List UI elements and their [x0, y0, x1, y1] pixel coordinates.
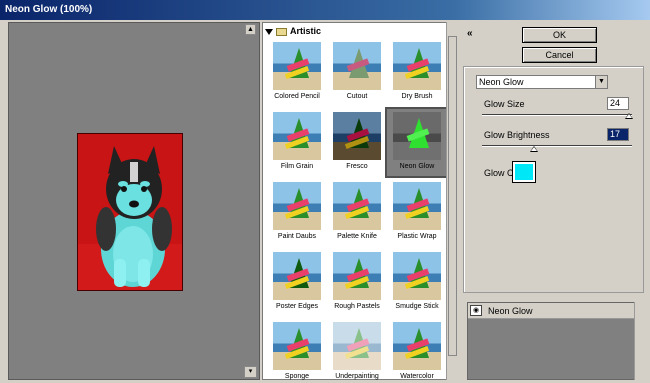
glow-brightness-field[interactable]: 17 — [607, 128, 629, 141]
filter-thumbnail — [273, 112, 321, 160]
filter-thumbnail — [333, 252, 381, 300]
filter-label: Film Grain — [280, 163, 314, 170]
filter-tile-smudge-stick[interactable]: Smudge Stick — [387, 249, 447, 316]
filter-grid: Colored Pencil Cutout Dry Brush Film Gra… — [267, 39, 449, 383]
layer-row[interactable]: ◉ Neon Glow — [468, 303, 634, 319]
filter-label: Cutout — [346, 93, 368, 100]
effect-layers-panel: ◉ Neon Glow — [467, 302, 645, 380]
glow-size-slider-handle[interactable] — [625, 113, 633, 119]
filter-label: Colored Pencil — [274, 93, 320, 100]
category-header[interactable]: Artistic — [265, 25, 321, 38]
filter-gallery[interactable]: Artistic Colored Pencil Cutout Dry Brush… — [262, 22, 458, 380]
gallery-scroll-thumb[interactable] — [448, 36, 457, 356]
expand-triangle-icon[interactable] — [265, 28, 273, 35]
filter-label: Underpainting — [335, 373, 379, 380]
filter-thumbnail — [333, 42, 381, 90]
double-chevron-up-icon[interactable]: « — [467, 28, 473, 39]
filter-tile-watercolor[interactable]: Watercolor — [387, 319, 447, 383]
filter-tile-plastic-wrap[interactable]: Plastic Wrap — [387, 179, 447, 246]
filter-label: Sponge — [284, 373, 310, 380]
filter-label: Paint Daubs — [277, 233, 317, 240]
filter-tile-palette-knife[interactable]: Palette Knife — [327, 179, 387, 246]
filter-label: Dry Brush — [401, 93, 433, 100]
filter-tile-poster-edges[interactable]: Poster Edges — [267, 249, 327, 316]
ok-button[interactable]: OK — [522, 27, 597, 43]
filter-label: Palette Knife — [337, 233, 377, 240]
preview-image — [77, 133, 183, 291]
filter-tile-film-grain[interactable]: Film Grain — [267, 109, 327, 176]
filter-select-value: Neon Glow — [479, 77, 524, 87]
filter-thumbnail — [393, 322, 441, 370]
preview-scroll-down-button[interactable]: ▾ — [244, 366, 257, 378]
filter-thumbnail — [273, 322, 321, 370]
eye-icon[interactable]: ◉ — [470, 305, 482, 316]
filter-label: Smudge Stick — [395, 303, 439, 310]
cancel-button[interactable]: Cancel — [522, 47, 597, 63]
filter-thumbnail — [393, 252, 441, 300]
layer-name: Neon Glow — [488, 306, 533, 316]
filter-tile-colored-pencil[interactable]: Colored Pencil — [267, 39, 327, 106]
filter-tile-paint-daubs[interactable]: Paint Daubs — [267, 179, 327, 246]
filter-label: Poster Edges — [275, 303, 319, 310]
filter-tile-fresco[interactable]: Fresco — [327, 109, 387, 176]
folder-icon — [276, 27, 287, 36]
filter-label: Watercolor — [400, 373, 434, 380]
glow-size-field[interactable]: 24 — [607, 97, 629, 110]
glow-size-slider-track[interactable] — [482, 114, 632, 116]
filter-thumbnail — [393, 112, 441, 160]
filter-thumbnail — [273, 252, 321, 300]
glow-brightness-label: Glow Brightness — [484, 130, 550, 140]
glow-size-label: Glow Size — [484, 99, 525, 109]
filter-thumbnail — [333, 182, 381, 230]
filter-thumbnail — [273, 182, 321, 230]
filter-tile-neon-glow[interactable]: Neon Glow — [385, 107, 449, 178]
filter-thumbnail — [333, 112, 381, 160]
filter-label: Neon Glow — [399, 163, 435, 170]
gallery-scrollbar[interactable] — [446, 22, 458, 380]
preview-scroll-up-button[interactable]: ▲ — [245, 24, 256, 35]
filter-thumbnail — [273, 42, 321, 90]
layers-scrollbar[interactable] — [634, 302, 645, 380]
husky-puppy-image — [78, 134, 182, 290]
filter-tile-rough-pastels[interactable]: Rough Pastels — [327, 249, 387, 316]
filter-label: Fresco — [346, 163, 368, 170]
filter-tile-sponge[interactable]: Sponge — [267, 319, 327, 383]
filter-label: Plastic Wrap — [397, 233, 437, 240]
preview-pane[interactable] — [8, 22, 260, 380]
category-label: Artistic — [290, 26, 322, 36]
filter-tile-cutout[interactable]: Cutout — [327, 39, 387, 106]
chevron-down-icon[interactable]: ▼ — [595, 76, 607, 88]
filter-thumbnail — [333, 322, 381, 370]
window-title: Neon Glow (100%) — [0, 0, 650, 20]
filter-thumbnail — [393, 182, 441, 230]
filter-tile-dry-brush[interactable]: Dry Brush — [387, 39, 447, 106]
glow-brightness-slider-track[interactable] — [482, 145, 632, 147]
glow-brightness-slider-handle[interactable] — [530, 146, 538, 152]
filter-label: Rough Pastels — [334, 303, 380, 310]
filter-select[interactable]: Neon Glow ▼ — [476, 75, 608, 89]
filter-tile-underpainting[interactable]: Underpainting — [327, 319, 387, 383]
filter-thumbnail — [393, 42, 441, 90]
glow-color-swatch[interactable] — [512, 161, 536, 183]
